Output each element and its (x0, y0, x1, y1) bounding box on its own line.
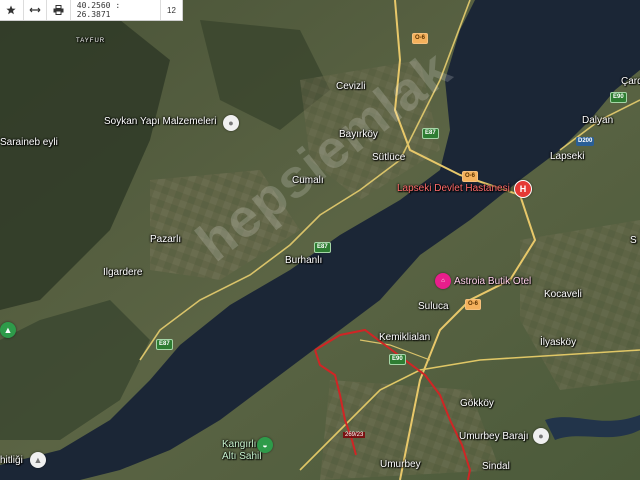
poi-label-hastane[interactable]: Lapseki Devlet Hastanesi (397, 183, 510, 194)
park-icon[interactable]: ▲ (30, 452, 46, 468)
place-label-dalyan: Dalyan (582, 115, 614, 126)
place-label-burhanli: Burhanlı (285, 255, 323, 266)
coordinate-readout: 40.2560 : 26.3871 (76, 1, 121, 19)
place-label-ilgardere: Ilgardere (103, 267, 143, 278)
hotel-icon[interactable]: ⌂ (435, 273, 451, 289)
star-icon[interactable] (0, 0, 23, 20)
place-label-tayfur: TAYFUR (76, 38, 106, 44)
road-shield-o6: O-6 (462, 171, 479, 182)
poi-label-kangirli[interactable]: Kangırlı (222, 439, 256, 450)
location-pin-icon[interactable]: ● (533, 428, 549, 444)
road-shield-e87: E87 (156, 339, 173, 350)
place-label-hitligi: hitliği (0, 455, 23, 466)
place-label-kemiklialan: Kemiklialan (379, 332, 431, 343)
place-label-cevizli: Cevizli (336, 81, 366, 92)
place-label-ilyaskoy: İlyasköy (540, 337, 577, 348)
place-label-gokkoy: Gökköy (460, 398, 494, 409)
satellite-map[interactable] (0, 0, 640, 480)
measure-icon[interactable] (24, 0, 47, 20)
place-label-s: S (630, 235, 637, 246)
poi-label-astroia[interactable]: Astroia Butik Otel (454, 276, 531, 287)
road-shield-d200: D200 (576, 137, 595, 146)
location-pin-icon[interactable]: ● (223, 115, 239, 131)
place-label-kocaveli: Kocaveli (544, 289, 582, 300)
poi-label-soykan[interactable]: Soykan Yapı Malzemeleri (104, 116, 216, 127)
place-label-sindal: Sindal (482, 461, 510, 472)
place-label-lapseki: Lapseki (550, 151, 585, 162)
place-label-umurbey: Umurbey (380, 459, 421, 470)
place-label-cumali: Cumalı (292, 175, 324, 186)
beach-icon[interactable]: ◒ (257, 437, 273, 453)
road-shield-e87: E87 (314, 242, 331, 253)
zoom-level: 12 (167, 5, 176, 15)
road-shield-e87: E87 (422, 128, 439, 139)
place-label-bayirkoy: Bayırköy (339, 129, 378, 140)
parcel-number: 269/23 (343, 432, 366, 438)
road-shield-e90: E90 (610, 92, 627, 103)
print-icon[interactable] (47, 0, 70, 20)
poi-label-baraji[interactable]: Umurbey Barajı (459, 431, 528, 442)
hospital-icon[interactable]: H (514, 180, 532, 198)
place-label-suluca: Suluca (418, 301, 449, 312)
park-icon[interactable]: ▲ (0, 322, 16, 338)
road-shield-o6: O-6 (465, 299, 482, 310)
place-label-sutluce: Sütlüce (372, 152, 406, 163)
map-toolbar: 40.2560 : 26.3871 12 (0, 0, 183, 21)
poi-label-kangirli-sub[interactable]: Altı Sahil (222, 451, 261, 462)
road-shield-o6: O-6 (412, 33, 429, 44)
place-label-carda: Çard (621, 76, 640, 87)
place-label-saraineb: Saraineb eyli (0, 137, 58, 148)
road-shield-e90: E90 (389, 354, 406, 365)
place-label-pazarli: Pazarlı (150, 234, 182, 245)
